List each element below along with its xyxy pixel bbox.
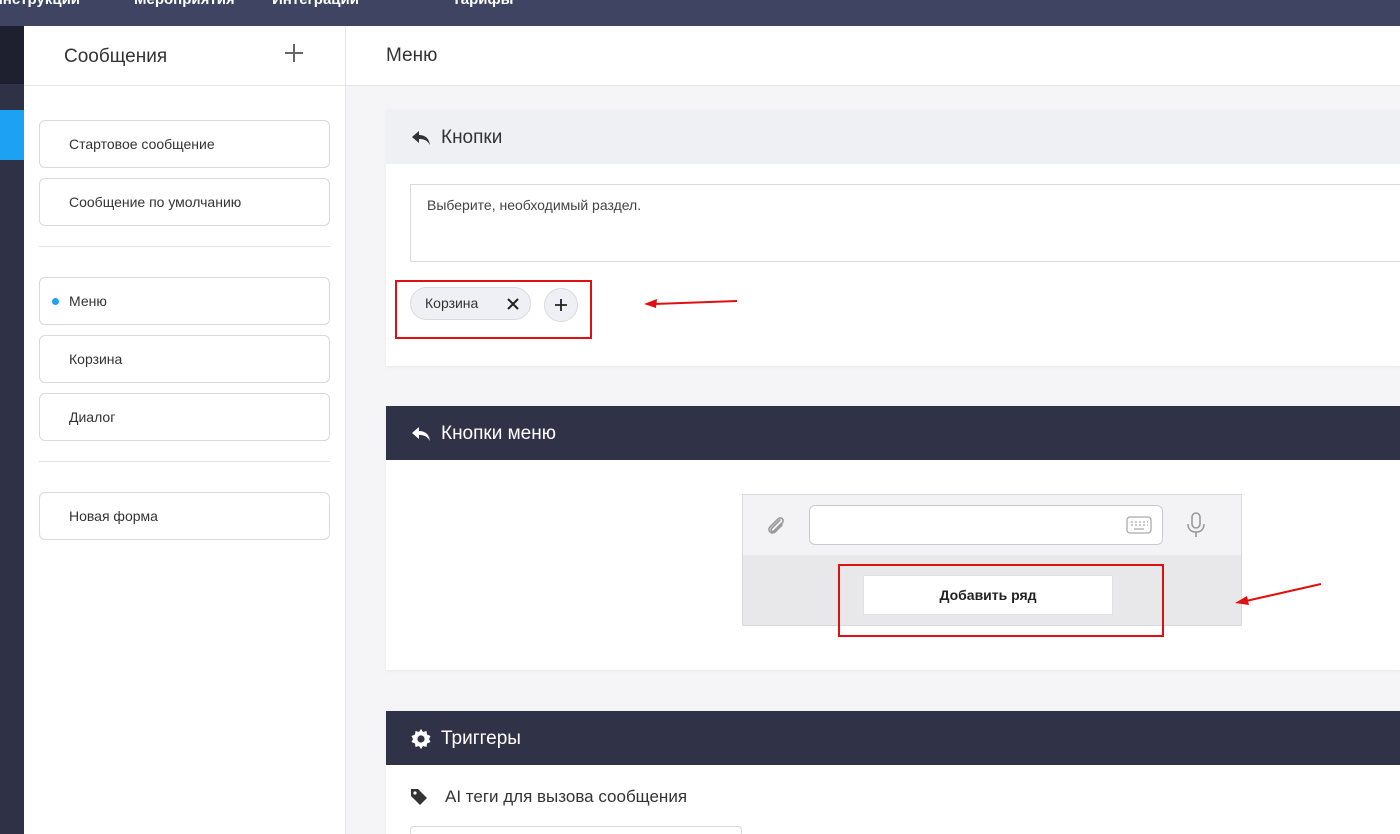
message-item-start[interactable]: Стартовое сообщение xyxy=(39,120,330,168)
app-sidebar-logo-area xyxy=(0,26,24,84)
gear-icon xyxy=(411,729,431,749)
app-sidebar-active-indicator[interactable] xyxy=(0,110,24,160)
microphone-icon xyxy=(1187,512,1205,537)
messages-panel: Сообщения Стартовое сообщение Сообщение … xyxy=(24,26,346,834)
buttons-card-header: Кнопки xyxy=(386,110,1400,164)
tag-icon xyxy=(411,789,427,805)
menu-buttons-card-header: Кнопки меню xyxy=(386,406,1400,460)
triggers-card-header: Триггеры xyxy=(386,711,1400,765)
keyboard-preview-bar xyxy=(743,495,1241,555)
message-item-label: Стартовое сообщение xyxy=(69,136,215,152)
ai-tags-input[interactable] xyxy=(410,826,742,834)
message-item-label: Сообщение по умолчанию xyxy=(69,194,242,210)
message-item-menu[interactable]: Меню xyxy=(39,277,330,325)
message-text-value: Выберите, необходимый раздел. xyxy=(427,197,642,213)
menu-buttons-card-title: Кнопки меню xyxy=(441,423,556,444)
message-item-new-form[interactable]: Новая форма xyxy=(39,492,330,540)
paperclip-icon xyxy=(768,517,784,534)
keyboard-preview-input[interactable] xyxy=(809,505,1163,545)
annotation-highlight-box xyxy=(395,280,592,339)
divider xyxy=(39,246,330,247)
message-item-label: Меню xyxy=(69,293,107,309)
annotation-highlight-box xyxy=(838,564,1164,637)
divider xyxy=(39,461,330,462)
ai-tags-label: AI теги для вызова сообщения xyxy=(445,787,688,806)
messages-panel-header: Сообщения xyxy=(24,26,345,86)
annotation-arrow-icon xyxy=(1235,583,1322,605)
nav-item-tariffs[interactable]: Тарифы xyxy=(452,0,513,8)
app-sidebar xyxy=(0,26,24,834)
message-item-dialog[interactable]: Диалог xyxy=(39,393,330,441)
reply-icon xyxy=(412,131,430,145)
top-navigation: Инструкции Мероприятия Интеграции Тарифы xyxy=(0,0,1400,26)
triggers-card: Триггеры AI теги для вызова сообщения xyxy=(386,711,1400,834)
message-text-input[interactable]: Выберите, необходимый раздел. xyxy=(410,184,1400,262)
message-item-cart[interactable]: Корзина xyxy=(39,335,330,383)
messages-panel-title: Сообщения xyxy=(64,46,168,67)
message-item-label: Диалог xyxy=(69,409,116,425)
message-item-default[interactable]: Сообщение по умолчанию xyxy=(39,178,330,226)
active-dot-icon xyxy=(52,298,59,305)
nav-item-events[interactable]: Мероприятия xyxy=(134,0,235,8)
triggers-card-title: Триггеры xyxy=(441,728,521,749)
page-title: Меню xyxy=(386,45,438,66)
annotation-arrow-icon xyxy=(644,299,738,308)
nav-item-integrations[interactable]: Интеграции xyxy=(272,0,359,8)
reply-icon xyxy=(412,427,430,441)
message-item-label: Новая форма xyxy=(69,508,158,524)
message-item-label: Корзина xyxy=(69,351,123,367)
add-message-button[interactable] xyxy=(283,40,305,70)
nav-item-instructions[interactable]: Инструкции xyxy=(0,0,80,8)
buttons-card-title: Кнопки xyxy=(441,127,503,148)
main-header: Меню xyxy=(346,26,1400,86)
keyboard-icon xyxy=(1126,516,1152,534)
plus-icon xyxy=(285,44,303,62)
nav-item-integrations-label: Интеграции xyxy=(272,0,359,8)
